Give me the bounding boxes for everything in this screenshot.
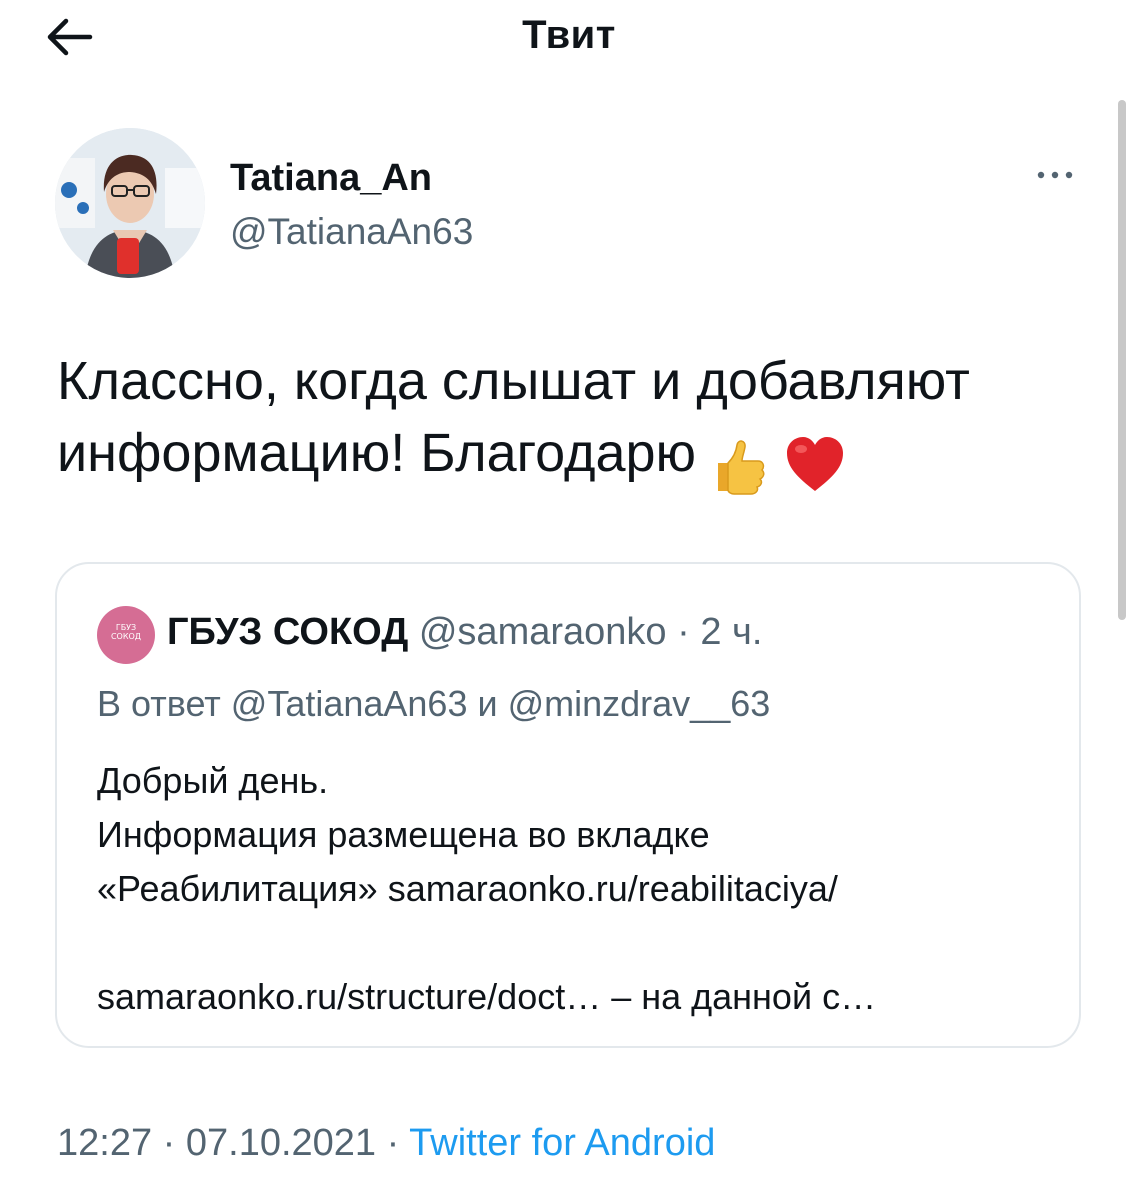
quoted-text-line: Добрый день.: [97, 760, 329, 801]
tweet-text-line: информацию! Благодарю: [57, 417, 1117, 497]
quoted-author-name[interactable]: ГБУЗ СОКОД: [167, 611, 408, 653]
author-avatar[interactable]: [55, 128, 205, 278]
quoted-tweet-text: Добрый день. Информация размещена во вкл…: [97, 754, 1057, 1024]
quoted-tweet-card[interactable]: ГБУЗ СОКОД ГБУЗ СОКОД @samaraonko · 2 ч.…: [55, 562, 1081, 1048]
quoted-author-avatar[interactable]: ГБУЗ СОКОД: [97, 606, 155, 664]
separator-dot: ·: [386, 1122, 400, 1164]
emoji-group: [704, 425, 847, 497]
source-link[interactable]: Twitter for Android: [409, 1122, 715, 1164]
quoted-avatar-text: ГБУЗ: [115, 623, 137, 632]
quoted-text-line: samaraonko.ru/structure/doct… – на данно…: [97, 976, 877, 1017]
author-handle[interactable]: @TatianaAn63: [230, 210, 473, 254]
tweet-text: Классно, когда слышат и добавляют информ…: [57, 345, 1117, 497]
tweet-text-line: Классно, когда слышат и добавляют: [57, 351, 970, 411]
top-bar: Твит: [0, 0, 1138, 90]
quoted-header: ГБУЗ СОКОД @samaraonko · 2 ч.: [167, 610, 762, 654]
tweet-date: 07.10.2021: [185, 1122, 377, 1164]
more-horizontal-icon: [1037, 171, 1073, 179]
tweet-text-line-content: информацию! Благодарю: [57, 423, 697, 483]
quoted-text-line: «Реабилитация» samaraonko.ru/reabilitaci…: [97, 868, 838, 909]
thumbs-up-icon: [718, 440, 765, 495]
separator-dot: ·: [677, 611, 690, 653]
author-name[interactable]: Tatiana_An: [230, 156, 432, 200]
scrollbar[interactable]: [1118, 100, 1126, 620]
quoted-author-handle[interactable]: @samaraonko: [419, 611, 667, 653]
quoted-avatar-text: СОКОД: [110, 632, 142, 641]
reply-to-text: В ответ @TatianaAn63 и @minzdrav__63: [97, 683, 771, 724]
tweet-meta: 12:27 · 07.10.2021 · Twitter for Android: [57, 1120, 715, 1166]
page-title: Твит: [522, 13, 616, 57]
red-heart-icon: [787, 436, 844, 491]
quoted-text-line: Информация размещена во вкладке: [97, 814, 710, 855]
quoted-timestamp: 2 ч.: [700, 611, 763, 653]
more-options-button[interactable]: [1030, 160, 1080, 190]
quoted-text-line: [97, 916, 1057, 970]
tweet-time: 12:27: [57, 1122, 153, 1164]
separator-dot: ·: [162, 1122, 176, 1164]
